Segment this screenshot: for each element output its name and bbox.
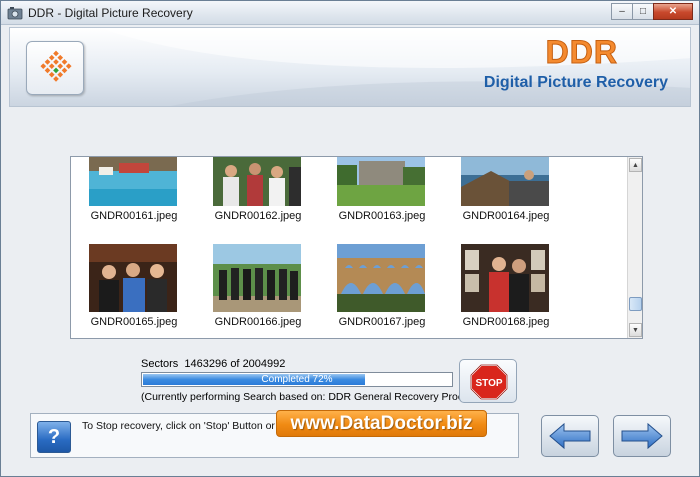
window-title: DDR - Digital Picture Recovery <box>28 6 193 20</box>
close-button[interactable]: ✕ <box>653 3 693 20</box>
brand-name: DDR <box>545 34 618 71</box>
scroll-up-button[interactable]: ▲ <box>629 158 642 172</box>
thumbnail-filename: GNDR00164.jpeg <box>462 210 550 222</box>
sectors-of: of <box>230 358 240 370</box>
scroll-down-button[interactable]: ▼ <box>629 323 642 337</box>
thumbnail-filename: GNDR00165.jpeg <box>90 316 178 328</box>
website-watermark: www.DataDoctor.biz <box>276 410 487 437</box>
vertical-scrollbar[interactable]: ▲ ▼ <box>627 157 642 338</box>
logo <box>26 41 84 95</box>
product-name: Digital Picture Recovery <box>483 74 668 91</box>
question-icon: ? <box>47 425 61 448</box>
thumbnail-image <box>89 157 177 206</box>
sectors-total: 2004992 <box>242 358 286 370</box>
thumbnail-filename: GNDR00161.jpeg <box>90 210 178 222</box>
thumbnail-filename: GNDR00166.jpeg <box>214 316 302 328</box>
procedure-status: (Currently performing Search based on: D… <box>141 391 494 403</box>
app-icon <box>7 7 23 20</box>
progress-bar: Completed 72% <box>141 372 453 387</box>
sectors-readout: Sectors 1463296 of 2004992 <box>141 358 285 370</box>
stop-sign-icon: STOP <box>470 364 508 400</box>
help-button[interactable]: ? <box>37 421 71 453</box>
scroll-thumb[interactable] <box>629 297 642 311</box>
thumbnail-image <box>89 244 177 312</box>
thumbnail-filename: GNDR00162.jpeg <box>214 210 302 222</box>
sectors-current: 1463296 <box>184 358 228 370</box>
arrow-right-icon <box>621 422 663 450</box>
stop-button[interactable]: STOP <box>459 359 517 403</box>
minimize-button[interactable]: – <box>611 3 633 20</box>
thumbnail-panel: GNDR00161.jpeg GNDR00162.jpeg GNDR00163.… <box>70 156 643 339</box>
thumbnail-image <box>461 244 549 312</box>
thumbnail-image <box>337 244 425 312</box>
logo-icon <box>40 50 72 82</box>
thumbnail-filename: GNDR00168.jpeg <box>462 316 550 328</box>
next-button[interactable] <box>613 415 671 457</box>
progress-text: Completed 72% <box>261 374 333 385</box>
app-window: DDR - Digital Picture Recovery – □ ✕ DDR… <box>0 0 700 477</box>
help-text: To Stop recovery, click on 'Stop' Button… <box>82 420 298 432</box>
title-bar: DDR - Digital Picture Recovery – □ ✕ <box>1 1 699 25</box>
thumbnail-image <box>213 157 301 206</box>
thumbnail-image <box>461 157 549 206</box>
close-icon: ✕ <box>668 6 678 17</box>
header-banner: DDR Digital Picture Recovery <box>9 27 691 107</box>
thumbnail-image <box>337 157 425 206</box>
thumbnail-filename: GNDR00167.jpeg <box>338 316 426 328</box>
maximize-button[interactable]: □ <box>632 3 654 20</box>
thumbnail-filename: GNDR00163.jpeg <box>338 210 426 222</box>
arrow-left-icon <box>549 422 591 450</box>
minimize-icon: – <box>619 6 625 17</box>
back-button[interactable] <box>541 415 599 457</box>
maximize-icon: □ <box>639 6 647 17</box>
thumbnail-image <box>213 244 301 312</box>
stop-label: STOP <box>475 378 502 389</box>
sectors-label: Sectors <box>141 358 179 370</box>
